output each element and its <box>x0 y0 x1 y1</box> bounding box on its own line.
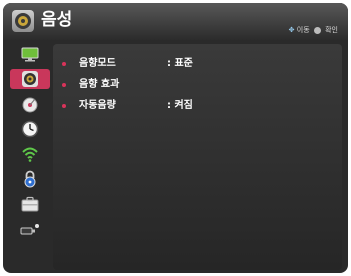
monitor-icon <box>21 47 39 62</box>
bullet-icon <box>62 104 66 108</box>
navigation-hint: ✥ 이동 확인 <box>289 26 338 35</box>
bullet-icon <box>62 83 66 87</box>
sound-settings-panel: 음향모드 : 표준 음향 효과 자동음량 : 켜짐 <box>53 44 342 270</box>
hint-confirm-label: 확인 <box>325 26 338 34</box>
sidebar-item-support[interactable] <box>10 194 50 214</box>
menu-item-value: : 표준 <box>167 58 193 69</box>
satellite-dish-icon <box>22 97 38 113</box>
menu-item-label: 음향모드 <box>79 58 116 69</box>
category-sidebar <box>10 44 50 270</box>
sidebar-item-lock[interactable] <box>10 169 50 189</box>
sidebar-item-time[interactable] <box>10 119 50 139</box>
wifi-icon <box>22 147 38 162</box>
toolbox-icon <box>21 196 39 212</box>
move-arrows-icon: ✥ <box>288 26 295 34</box>
bullet-icon <box>62 62 66 66</box>
sidebar-item-picture[interactable] <box>10 44 50 64</box>
sidebar-item-channel[interactable] <box>10 94 50 114</box>
hint-move-label: 이동 <box>296 26 310 34</box>
input-source-icon <box>20 224 39 235</box>
settings-osd: 음성 ✥ 이동 확인 음향모드: 표준 음향 효과 자동음량: 켜짐 <box>3 3 348 273</box>
page-title: 음성 <box>41 10 73 30</box>
ok-button-icon <box>313 26 321 34</box>
lock-icon <box>24 170 36 188</box>
sidebar-item-sound[interactable] <box>10 69 50 89</box>
clock-icon <box>21 120 39 138</box>
menu-item-value: : 켜짐 <box>167 100 193 111</box>
menu-item-label: 음향 효과 <box>79 79 120 90</box>
sidebar-item-input[interactable] <box>10 219 50 239</box>
menu-item-label: 자동음량 <box>79 100 116 111</box>
speaker-icon <box>22 71 38 87</box>
sidebar-item-network[interactable] <box>10 144 50 164</box>
speaker-icon <box>12 10 34 32</box>
menu-header: 음성 ✥ 이동 확인 <box>3 3 348 40</box>
